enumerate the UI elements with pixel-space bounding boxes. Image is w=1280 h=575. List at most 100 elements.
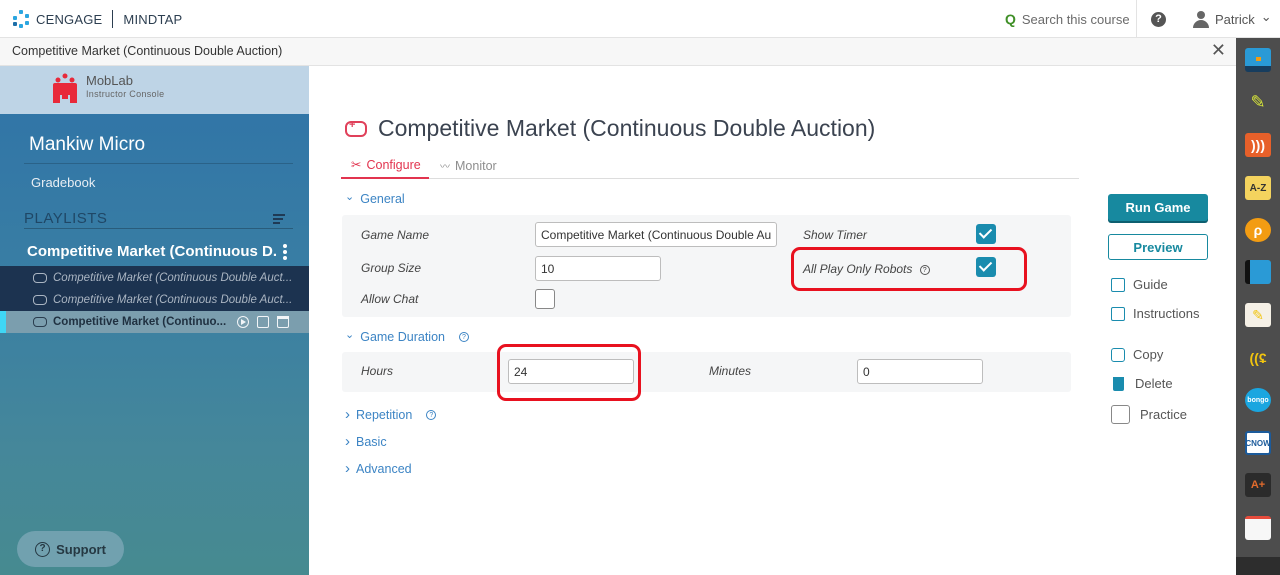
app-dock: ✎ ))) A-Z ρ ✎ ((ʢ bongo CNOW A+ (1236, 38, 1280, 575)
briefcase-icon[interactable] (1245, 48, 1271, 72)
gradebook-link[interactable]: Gradebook (31, 175, 95, 190)
chevron-right-icon: › (345, 433, 350, 450)
section-label: Advanced (356, 461, 412, 476)
help-circle-icon[interactable]: ? (426, 409, 437, 420)
copy-icon[interactable] (257, 316, 269, 328)
help-icon[interactable]: ? (1151, 12, 1166, 27)
aplus-icon[interactable]: A+ (1245, 473, 1271, 497)
section-advanced-toggle[interactable]: › Advanced (345, 460, 412, 477)
cengage-mindtap-logo[interactable]: CENGAGE MINDTAP (12, 10, 182, 28)
chevron-down-icon: ⌄ (345, 190, 355, 203)
delete-label: Delete (1135, 376, 1173, 391)
cengage-logo-icon (12, 10, 30, 28)
practice-label: Practice (1140, 407, 1187, 422)
tab-configure[interactable]: ✂ Configure (341, 152, 429, 179)
annotation-highlight (497, 344, 641, 401)
course-title[interactable]: Mankiw Micro (29, 134, 145, 156)
brand-mindtap: MINDTAP (123, 11, 183, 27)
playlist-game-item[interactable]: Competitive Market (Continuous Double Au… (0, 289, 309, 311)
game-label: Competitive Market (Continuous Double Au… (53, 272, 293, 284)
book-icon[interactable] (1245, 260, 1271, 284)
trash-icon (1113, 376, 1124, 391)
show-timer-checkbox[interactable] (976, 224, 996, 244)
group-size-label: Group Size (361, 261, 422, 275)
tools-icon: ✂ (351, 158, 362, 172)
guide-link[interactable]: Guide (1111, 277, 1168, 292)
search-course[interactable]: Q Search this course (1005, 11, 1130, 27)
moblab-logo-icon (53, 73, 77, 103)
close-icon[interactable]: ✕ (1211, 40, 1226, 61)
practice-toggle[interactable]: Practice (1111, 405, 1187, 424)
gamepad-icon (33, 317, 47, 327)
game-name-input[interactable] (535, 222, 777, 247)
cnow-icon[interactable]: CNOW (1245, 431, 1271, 455)
activity-title-bar: Competitive Market (Continuous Double Au… (0, 38, 1236, 66)
rss-icon[interactable]: ))) (1245, 133, 1271, 157)
moblab-subtitle: Instructor Console (86, 89, 165, 99)
group-size-input[interactable] (535, 256, 661, 281)
page-title-text: Competitive Market (Continuous Double Au… (378, 115, 876, 141)
readspeaker-icon[interactable]: ρ (1245, 218, 1271, 242)
run-game-button[interactable]: Run Game (1108, 194, 1208, 221)
copy-label: Copy (1133, 347, 1164, 362)
section-label: Repetition (356, 407, 413, 422)
playlists-header: PLAYLISTS (24, 210, 108, 227)
preview-button[interactable]: Preview (1108, 234, 1208, 260)
help-circle-icon[interactable]: ? (458, 332, 469, 342)
chevron-down-icon: ⌄ (345, 328, 355, 341)
speech-icon[interactable]: ((ʢ (1245, 346, 1271, 370)
notes-icon[interactable]: ✎ (1245, 303, 1271, 327)
search-icon: Q (1005, 11, 1016, 27)
dock-bottom (1236, 557, 1280, 575)
bongo-icon[interactable]: bongo (1245, 388, 1271, 412)
tabs: ✂ Configure 〰 Monitor (341, 152, 1079, 179)
kebab-menu-icon[interactable] (283, 244, 288, 262)
instructions-icon (1111, 306, 1125, 321)
trash-icon[interactable] (277, 316, 289, 328)
instructions-link[interactable]: Instructions (1111, 306, 1199, 321)
brand-cengage: CENGAGE (36, 11, 103, 27)
allow-chat-checkbox[interactable] (535, 289, 555, 309)
activity-icon: 〰 (440, 162, 450, 173)
gamepad-icon (33, 295, 47, 305)
instructions-label: Instructions (1133, 306, 1200, 321)
sidebar: MobLab Instructor Console Mankiw Micro G… (0, 66, 309, 575)
user-menu[interactable]: Patrick ⌄ (1193, 9, 1272, 28)
moblab-header: MobLab Instructor Console (0, 66, 309, 114)
tab-monitor[interactable]: 〰 Monitor (440, 152, 497, 179)
playlist-game-item[interactable]: Competitive Market (Continuous Double Au… (0, 267, 309, 289)
topbar-divider (1136, 0, 1137, 38)
sort-menu-icon[interactable] (273, 214, 285, 226)
support-button[interactable]: ? Support (17, 531, 124, 567)
minutes-input[interactable] (857, 359, 983, 384)
brand-divider (112, 10, 114, 28)
section-label: Game Duration (360, 330, 445, 344)
show-timer-label: Show Timer (803, 228, 867, 242)
activity-title: Competitive Market (Continuous Double Au… (12, 44, 283, 58)
chevron-down-icon: ⌄ (1260, 9, 1272, 24)
delete-link[interactable]: Delete (1111, 376, 1173, 391)
chevron-right-icon: › (345, 460, 350, 477)
minutes-label: Minutes (709, 364, 752, 378)
section-basic-toggle[interactable]: › Basic (345, 433, 387, 450)
annotation-highlight (791, 247, 1027, 291)
section-game-duration-toggle[interactable]: ⌄ Game Duration ? (345, 328, 469, 344)
section-repetition-toggle[interactable]: › Repetition ? (345, 406, 437, 423)
game-duration-panel: Hours Minutes (342, 352, 1071, 392)
tab-label: Monitor (455, 158, 497, 173)
gamepad-icon (33, 273, 47, 283)
highlighter-icon[interactable]: ✎ (1245, 90, 1271, 114)
section-general-toggle[interactable]: ⌄ General (345, 190, 405, 207)
flashcards-icon[interactable] (1245, 516, 1271, 540)
section-label: General (360, 192, 405, 206)
copy-link[interactable]: Copy (1111, 347, 1163, 362)
game-label: Competitive Market (Continuo... (53, 316, 227, 328)
hours-label: Hours (361, 364, 394, 378)
playlist-title[interactable]: Competitive Market (Continuous D... (27, 243, 277, 260)
playlist-game-item-active[interactable]: Competitive Market (Continuo... (0, 311, 309, 333)
glossary-az-icon[interactable]: A-Z (1245, 176, 1271, 200)
game-actions (237, 316, 289, 328)
divider (24, 228, 293, 229)
play-icon[interactable] (237, 316, 249, 328)
practice-checkbox[interactable] (1111, 405, 1130, 424)
